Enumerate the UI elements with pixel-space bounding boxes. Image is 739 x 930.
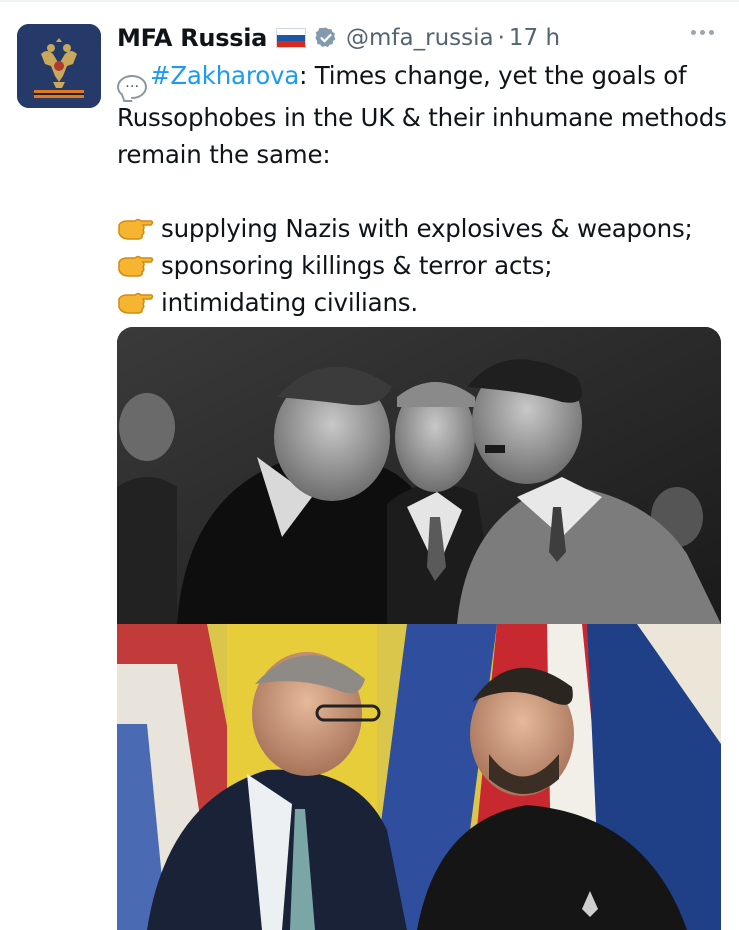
media-container[interactable] (117, 327, 721, 930)
color-photo-image (117, 624, 721, 930)
bullet-text: intimidating civilians. (161, 288, 418, 317)
russian-flag-icon (276, 28, 307, 48)
separator-dot: · (497, 25, 505, 51)
user-handle[interactable]: @mfa_russia (346, 25, 494, 51)
avatar[interactable] (17, 24, 101, 108)
historical-photo[interactable] (117, 327, 721, 624)
coat-of-arms-icon (17, 24, 101, 108)
pointing-right-icon (118, 292, 154, 314)
speech-balloon-icon: … (117, 75, 147, 99)
pointing-right-icon (118, 255, 154, 277)
top-divider (0, 0, 739, 2)
modern-photo[interactable] (117, 624, 721, 930)
bullet-item: intimidating civilians. (117, 284, 732, 321)
verified-badge-icon (315, 27, 336, 47)
pointing-right-icon (118, 218, 154, 240)
bullet-text: sponsoring killings & terror acts; (161, 251, 553, 280)
bullet-item: sponsoring killings & terror acts; (117, 247, 732, 284)
bullet-text: supplying Nazis with explosives & weapon… (161, 214, 693, 243)
bullet-item: supplying Nazis with explosives & weapon… (117, 210, 732, 247)
tweet-text: … #Zakharova: Times change, yet the goals… (117, 57, 732, 321)
more-options-icon[interactable] (691, 30, 714, 35)
timestamp[interactable]: 17 h (509, 25, 560, 51)
hashtag-link[interactable]: #Zakharova (150, 61, 299, 90)
tweet-header: MFA Russia @mfa_russia · 17 h (117, 20, 560, 56)
black-and-white-photo-image (117, 327, 721, 624)
display-name[interactable]: MFA Russia (117, 24, 267, 52)
tweet-intro: … #Zakharova: Times change, yet the goals… (117, 57, 732, 173)
